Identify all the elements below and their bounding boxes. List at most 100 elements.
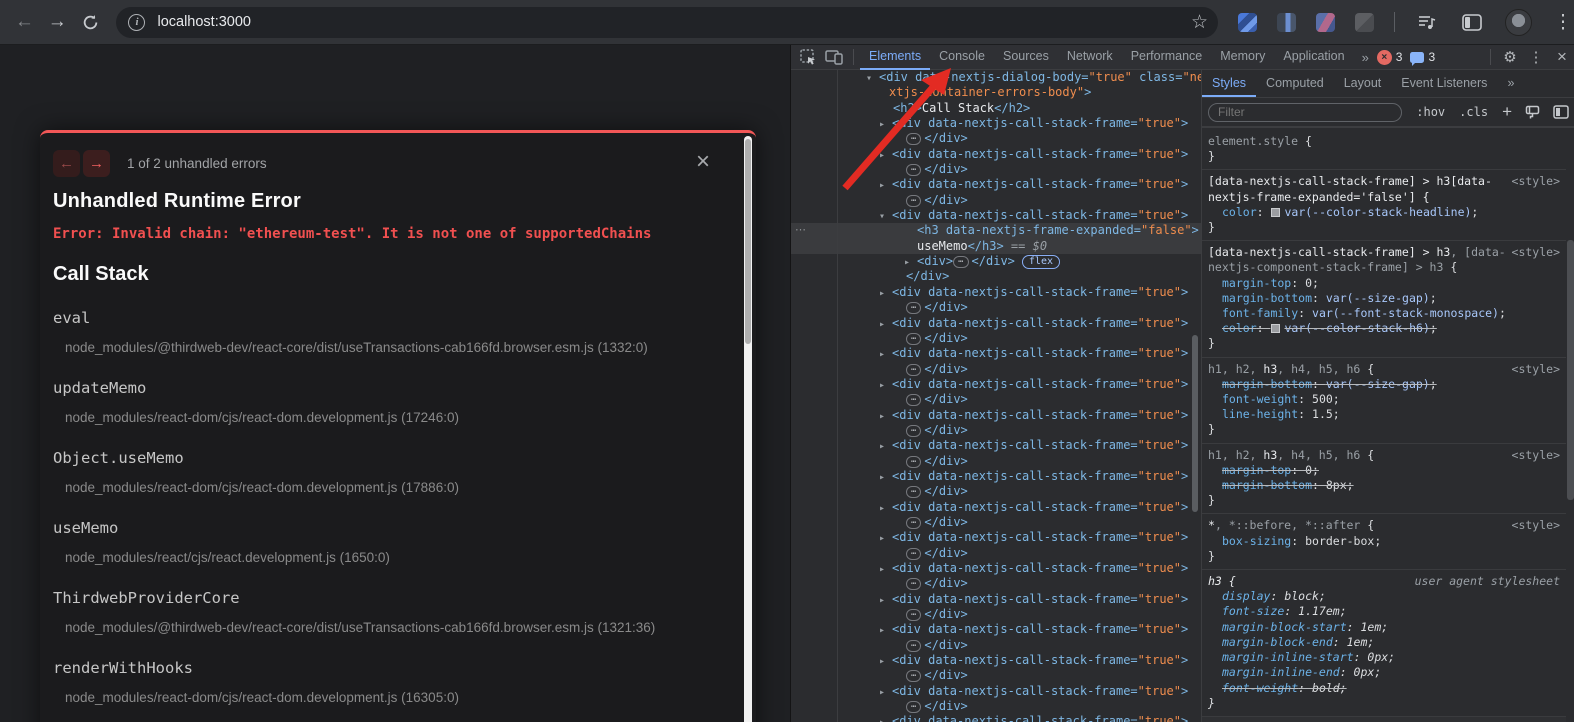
tree-row[interactable]: ▸<div data-nextjs-call-stack-frame="true… xyxy=(791,116,1201,131)
collapsed-content-icon[interactable]: ⋯ xyxy=(906,670,921,682)
tree-row[interactable]: ⋯</div> xyxy=(791,362,1201,377)
stylesheet-source-link[interactable]: <style> xyxy=(1512,174,1560,189)
side-panel-icon[interactable] xyxy=(1459,5,1485,39)
style-declaration-line[interactable]: color: var(--color-stack-h6); xyxy=(1208,321,1560,336)
extension-icon-2[interactable] xyxy=(1277,13,1296,32)
style-declaration-line[interactable]: [data-nextjs-call-stack-frame] > h3[data… xyxy=(1208,174,1560,189)
expand-arrow-icon[interactable]: ▸ xyxy=(879,409,892,424)
expand-arrow-icon[interactable]: ▸ xyxy=(879,593,892,608)
stylesheet-source-link[interactable]: user agent stylesheet xyxy=(1415,574,1560,589)
style-declaration-line[interactable]: } xyxy=(1208,336,1560,351)
collapsed-content-icon[interactable]: ⋯ xyxy=(906,133,921,145)
console-error-icon[interactable]: × xyxy=(1377,50,1392,65)
expand-arrow-icon[interactable]: ▸ xyxy=(879,148,892,163)
style-declaration-line[interactable]: nextjs-component-stack-frame] > h3 { xyxy=(1208,260,1560,275)
back-icon[interactable]: ← xyxy=(8,5,41,39)
expand-arrow-icon[interactable]: ▸ xyxy=(879,439,892,454)
tab-elements[interactable]: Elements xyxy=(860,45,930,70)
tree-row[interactable]: ▸<div data-nextjs-call-stack-frame="true… xyxy=(791,530,1201,545)
tab-application[interactable]: Application xyxy=(1274,45,1353,70)
stack-frame-path[interactable]: node_modules/@thirdweb-dev/react-core/di… xyxy=(53,340,730,355)
style-declaration-line[interactable]: } xyxy=(1208,149,1560,164)
style-declaration-line[interactable]: *, *::before, *::after { xyxy=(1208,518,1560,533)
expand-arrow-icon[interactable]: ▸ xyxy=(879,562,892,577)
site-info-icon[interactable]: i xyxy=(128,14,145,31)
rendering-emulation-icon[interactable] xyxy=(1525,105,1540,120)
collapsed-content-icon[interactable]: ⋯ xyxy=(906,456,921,468)
tree-row[interactable]: ⋯</div> xyxy=(791,193,1201,208)
stack-frame-path[interactable]: node_modules/react-dom/cjs/react-dom.dev… xyxy=(53,480,730,495)
tree-row[interactable]: ▸<div data-nextjs-call-stack-frame="true… xyxy=(791,592,1201,607)
devtools-settings-icon[interactable]: ⚙ xyxy=(1497,48,1523,66)
collapsed-content-icon[interactable]: ⋯ xyxy=(906,164,921,176)
sidebar-tab-event-listeners[interactable]: Event Listeners xyxy=(1391,70,1497,97)
style-declaration-line[interactable]: margin-block-start: 1em; xyxy=(1208,620,1560,635)
forward-icon[interactable]: → xyxy=(41,5,74,39)
tree-row[interactable]: ▸<div data-nextjs-call-stack-frame="true… xyxy=(791,653,1201,668)
selected-node-more-icon[interactable]: ⋯ xyxy=(795,223,807,236)
collapsed-content-icon[interactable]: ⋯ xyxy=(906,640,921,652)
tab-network[interactable]: Network xyxy=(1058,45,1122,70)
collapsed-content-icon[interactable]: ⋯ xyxy=(906,517,921,529)
tree-row[interactable]: ⋯</div> xyxy=(791,607,1201,622)
computed-panel-toggle-icon[interactable] xyxy=(1553,105,1569,119)
tree-row[interactable]: ⋯</div> xyxy=(791,638,1201,653)
style-declaration-line[interactable]: box-sizing: border-box; xyxy=(1208,534,1560,549)
tree-row[interactable]: xtjs-container-errors-body"> xyxy=(791,85,1201,100)
tree-row[interactable]: ⋯</div> xyxy=(791,454,1201,469)
expand-arrow-icon[interactable]: ▸ xyxy=(879,178,892,193)
tree-row[interactable]: ▸<div data-nextjs-call-stack-frame="true… xyxy=(791,177,1201,192)
collapsed-content-icon[interactable]: ⋯ xyxy=(906,333,921,345)
style-declaration-line[interactable]: margin-bottom: var(--size-gap); xyxy=(1208,291,1560,306)
more-tabs-chevron[interactable]: » xyxy=(1354,50,1377,65)
dialog-scrollbar[interactable] xyxy=(744,136,752,722)
next-error-button[interactable]: → xyxy=(83,150,110,177)
collapsed-content-icon[interactable]: ⋯ xyxy=(953,256,968,268)
expand-arrow-icon[interactable]: ▸ xyxy=(879,685,892,700)
tree-row[interactable]: ⋯</div> xyxy=(791,699,1201,714)
toggle-hov[interactable]: :hov xyxy=(1416,105,1445,119)
style-declaration-line[interactable]: h1, h2, h3, h4, h5, h6 { xyxy=(1208,362,1560,377)
tree-row[interactable]: ⋯</div> xyxy=(791,300,1201,315)
collapsed-content-icon[interactable]: ⋯ xyxy=(906,425,921,437)
tree-row[interactable]: ⋯</div> xyxy=(791,131,1201,146)
tree-row[interactable]: ⋯</div> xyxy=(791,515,1201,530)
expand-arrow-icon[interactable]: ▸ xyxy=(879,531,892,546)
sidebar-more-tabs-chevron[interactable]: » xyxy=(1497,70,1524,97)
tree-row[interactable]: ▸<div data-nextjs-call-stack-frame="true… xyxy=(791,469,1201,484)
extension-icon-1[interactable] xyxy=(1238,13,1257,32)
style-declaration-line[interactable]: element.style { xyxy=(1208,134,1560,149)
style-declaration-line[interactable]: margin-bottom: var(--size-gap); xyxy=(1208,377,1560,392)
tree-row[interactable]: ▸<div data-nextjs-call-stack-frame="true… xyxy=(791,622,1201,637)
tree-row[interactable]: ▾<div data-nextjs-call-stack-frame="true… xyxy=(791,208,1201,223)
style-declaration-line[interactable]: } xyxy=(1208,422,1560,437)
style-declaration-line[interactable]: [data-nextjs-call-stack-frame] > h3, [da… xyxy=(1208,245,1560,260)
style-declaration-line[interactable]: line-height: 1.5; xyxy=(1208,407,1560,422)
stack-frame-path[interactable]: node_modules/@thirdweb-dev/react-core/di… xyxy=(53,620,730,635)
style-declaration-line[interactable]: display: block; xyxy=(1208,589,1560,604)
tree-row[interactable]: ▸<div data-nextjs-call-stack-frame="true… xyxy=(791,147,1201,162)
device-toolbar-icon[interactable] xyxy=(821,45,847,69)
tree-row[interactable]: ▸<div>⋯</div>flex xyxy=(791,254,1201,269)
collapsed-content-icon[interactable]: ⋯ xyxy=(906,195,921,207)
collapse-arrow-icon[interactable]: ▾ xyxy=(866,71,879,86)
expand-arrow-icon[interactable]: ▸ xyxy=(879,654,892,669)
style-declaration-line[interactable]: margin-inline-start: 0px; xyxy=(1208,650,1560,665)
tree-row[interactable]: ⋯</div> xyxy=(791,423,1201,438)
elements-scrollbar[interactable] xyxy=(1192,335,1198,512)
stylesheet-source-link[interactable]: <style> xyxy=(1512,362,1560,377)
style-declaration-line[interactable]: margin-inline-end: 0px; xyxy=(1208,665,1560,680)
issues-icon[interactable] xyxy=(1410,52,1424,63)
sidebar-tab-computed[interactable]: Computed xyxy=(1256,70,1334,97)
close-overlay-icon[interactable]: × xyxy=(696,151,710,173)
style-declaration-line[interactable]: margin-top: 0; xyxy=(1208,463,1560,478)
expand-arrow-icon[interactable]: ▸ xyxy=(904,255,917,270)
tree-row[interactable]: ▸<div data-nextjs-call-stack-frame="true… xyxy=(791,346,1201,361)
tree-row[interactable]: ▾<div data-nextjs-dialog-body="true" cla… xyxy=(791,70,1201,85)
style-declaration-line[interactable]: font-weight: 500; xyxy=(1208,392,1560,407)
tree-row[interactable]: <h3 data-nextjs-frame-expanded="false"> xyxy=(791,223,1201,238)
expand-arrow-icon[interactable]: ▸ xyxy=(879,347,892,362)
stylesheet-source-link[interactable]: <style> xyxy=(1512,245,1560,260)
style-declaration-line[interactable]: nextjs-frame-expanded='false'] { xyxy=(1208,190,1560,205)
styles-scrollbar[interactable] xyxy=(1567,130,1574,722)
